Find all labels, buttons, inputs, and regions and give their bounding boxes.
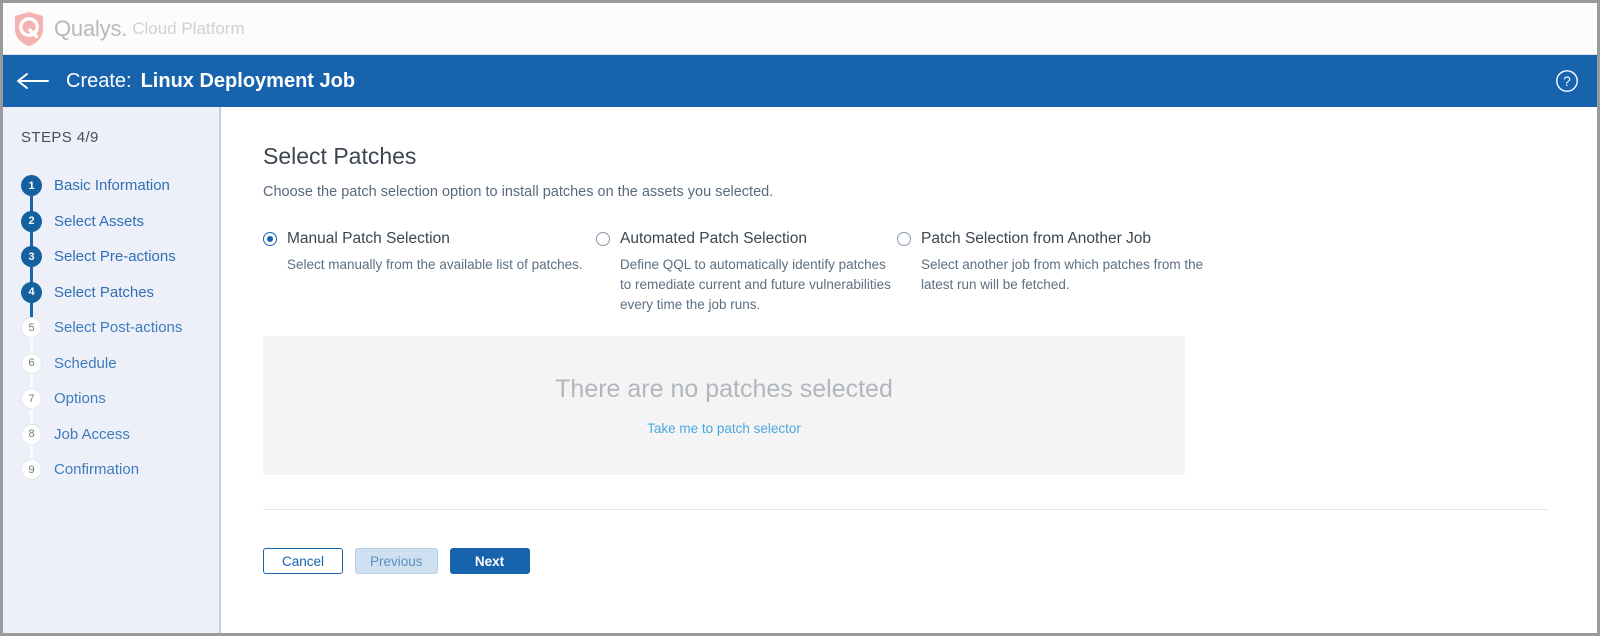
- header-job-title: Linux Deployment Job: [140, 69, 356, 92]
- step-number: 2: [21, 210, 42, 232]
- option-automated-patch-selection[interactable]: Automated Patch Selection Define QQL to …: [596, 230, 897, 314]
- step-label: Select Post-actions: [54, 319, 183, 337]
- sidebar-step-confirmation[interactable]: 9 Confirmation: [21, 452, 219, 488]
- step-list: 1 Basic Information 2 Select Assets 3 Se…: [3, 168, 219, 488]
- body-container: STEPS 4/9 1 Basic Information 2 Select A…: [3, 107, 1597, 633]
- sidebar-step-schedule[interactable]: 6 Schedule: [21, 346, 219, 399]
- help-circle-icon[interactable]: ?: [1555, 69, 1579, 93]
- brand-bar: Qualys. Cloud Platform: [3, 3, 1597, 55]
- cancel-button[interactable]: Cancel: [263, 548, 343, 574]
- empty-state-panel: There are no patches selected Take me to…: [263, 336, 1185, 476]
- header-prefix: Create:: [66, 69, 132, 92]
- step-label: Schedule: [54, 354, 117, 372]
- step-number: 5: [21, 317, 42, 339]
- previous-button[interactable]: Previous: [355, 548, 438, 574]
- application-window: Qualys. Cloud Platform Create: Linux Dep…: [0, 0, 1600, 636]
- sidebar-step-select-patches[interactable]: 4 Select Patches: [21, 275, 219, 328]
- option-manual-patch-selection[interactable]: Manual Patch Selection Select manually f…: [263, 230, 596, 314]
- footer-button-row: Cancel Previous Next: [263, 548, 530, 574]
- radio-patch-selection-from-another-job[interactable]: [897, 232, 911, 246]
- sidebar-step-select-post-actions[interactable]: 5 Select Post-actions: [21, 310, 219, 364]
- sidebar-step-select-assets[interactable]: 2 Select Assets: [21, 204, 219, 257]
- option-header[interactable]: Patch Selection from Another Job: [897, 230, 1227, 248]
- step-label: Options: [54, 390, 106, 408]
- next-button[interactable]: Next: [449, 548, 530, 574]
- option-header[interactable]: Manual Patch Selection: [263, 230, 596, 248]
- step-label: Select Patches: [54, 283, 155, 301]
- option-description: Select manually from the available list …: [287, 256, 583, 272]
- option-label: Manual Patch Selection: [287, 230, 450, 247]
- patch-selection-options: Manual Patch Selection Select manually f…: [263, 230, 1518, 314]
- page-subtitle: Choose the patch selection option to ins…: [263, 184, 774, 200]
- empty-state-message: There are no patches selected: [555, 375, 893, 404]
- option-patch-selection-from-another-job[interactable]: Patch Selection from Another Job Select …: [897, 230, 1227, 314]
- patch-selector-link[interactable]: Take me to patch selector: [647, 421, 801, 436]
- radio-manual-patch-selection[interactable]: [263, 232, 277, 246]
- footer-divider: [263, 509, 1548, 510]
- step-label: Basic Information: [54, 177, 170, 195]
- step-number: 7: [21, 388, 42, 410]
- step-number: 4: [21, 281, 42, 303]
- radio-automated-patch-selection[interactable]: [596, 232, 610, 246]
- step-label: Select Assets: [54, 212, 145, 230]
- option-description: Define QQL to automatically identify pat…: [620, 256, 891, 312]
- page-title: Select Patches: [263, 143, 417, 169]
- option-label: Patch Selection from Another Job: [921, 230, 1152, 247]
- sidebar-step-basic-information[interactable]: 1 Basic Information: [21, 168, 219, 222]
- option-header[interactable]: Automated Patch Selection: [596, 230, 897, 248]
- back-arrow-icon[interactable]: [16, 71, 50, 91]
- option-label: Automated Patch Selection: [620, 230, 807, 247]
- sidebar-step-options[interactable]: 7 Options: [21, 381, 219, 435]
- page-header: Create: Linux Deployment Job ?: [3, 55, 1597, 107]
- sidebar-step-select-pre-actions[interactable]: 3 Select Pre-actions: [21, 239, 219, 293]
- step-number: 6: [21, 352, 42, 374]
- step-number: 8: [21, 423, 42, 445]
- step-number: 3: [21, 246, 42, 268]
- wizard-sidebar: STEPS 4/9 1 Basic Information 2 Select A…: [3, 107, 221, 633]
- brand-name: Qualys.: [54, 15, 128, 41]
- step-number: 9: [21, 459, 42, 481]
- step-label: Confirmation: [54, 461, 140, 479]
- step-label: Select Pre-actions: [54, 248, 176, 266]
- sidebar-step-job-access[interactable]: 8 Job Access: [21, 417, 219, 470]
- qualys-shield-logo-icon: [15, 11, 43, 46]
- brand-product: Cloud Platform: [132, 18, 245, 38]
- steps-progress-label: STEPS 4/9: [21, 129, 99, 146]
- option-description: Select another job from which patches fr…: [921, 256, 1204, 292]
- step-number: 1: [21, 175, 42, 197]
- main-content: Select Patches Choose the patch selectio…: [221, 107, 1597, 633]
- svg-text:?: ?: [1563, 74, 1571, 89]
- step-label: Job Access: [54, 425, 130, 443]
